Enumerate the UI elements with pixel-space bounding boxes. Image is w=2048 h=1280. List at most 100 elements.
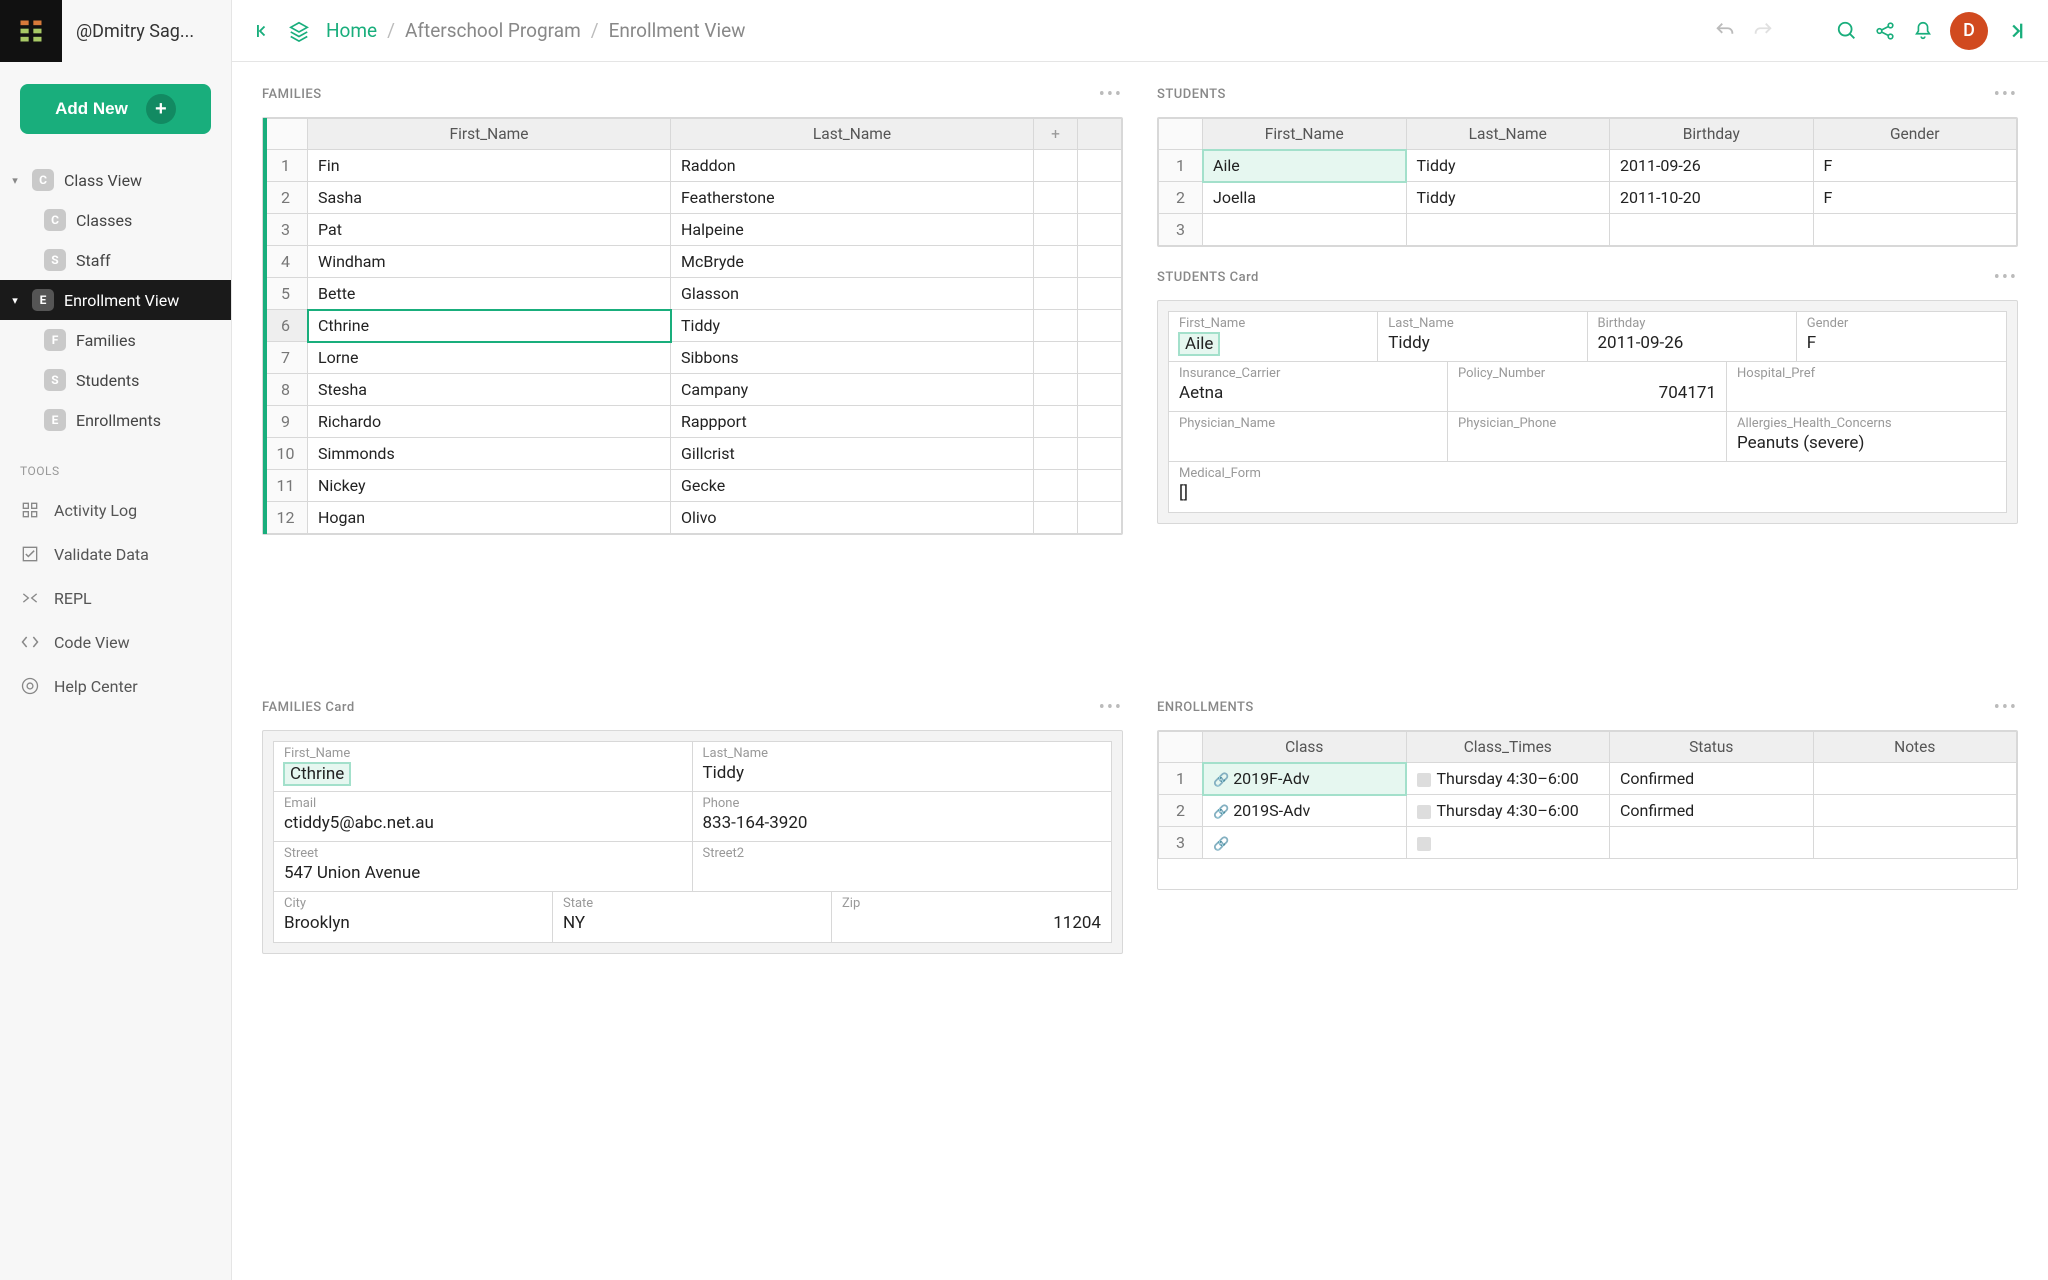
cell[interactable] [1034,502,1078,534]
column-header[interactable]: Birthday [1610,119,1814,150]
tool-repl[interactable]: REPL [0,576,231,620]
nav-item-classes[interactable]: C Classes [0,200,231,240]
cell[interactable]: Aile [1203,150,1407,182]
breadcrumb-item-2[interactable]: Enrollment View [609,19,746,42]
card-field-phone[interactable]: Phone 833-164-3920 [693,792,1112,842]
row-number[interactable]: 3 [264,214,308,246]
table-row[interactable]: 3 [1159,214,2017,246]
cell[interactable] [1078,342,1122,374]
panel-menu-button[interactable]: ••• [1994,697,2018,718]
tool-code-view[interactable]: Code View [0,620,231,664]
card-field-birthday[interactable]: Birthday 2011-09-26 [1588,312,1797,362]
cell[interactable]: 2011-09-26 [1610,150,1814,182]
user-name[interactable]: @Dmitry Sag... [62,21,231,42]
nav-item-students[interactable]: S Students [0,360,231,400]
card-field-insurance_carrier[interactable]: Insurance_Carrier Aetna [1169,362,1448,412]
cell[interactable]: Gillcrist [671,438,1034,470]
cell[interactable] [1610,827,1814,859]
cell[interactable]: Thursday 4:30–6:00 [1406,763,1610,795]
cell[interactable]: Sibbons [671,342,1034,374]
table-row[interactable]: 1🔗2019F-AdvThursday 4:30–6:00Confirmed [1159,763,2017,795]
cell[interactable] [1078,246,1122,278]
breadcrumb-item-1[interactable]: Afterschool Program [405,19,581,42]
cell[interactable] [1078,406,1122,438]
card-field-state[interactable]: State NY [553,892,832,942]
cell[interactable] [1813,214,2017,246]
corner-cell[interactable] [264,119,308,150]
table-row[interactable]: 6CthrineTiddy [264,310,1122,342]
cell[interactable] [1034,342,1078,374]
row-number[interactable]: 3 [1159,827,1203,859]
collapse-right-icon[interactable] [2004,20,2026,42]
cell[interactable] [1078,470,1122,502]
search-icon[interactable] [1836,20,1858,42]
column-header[interactable]: Last_Name [671,119,1034,150]
cell[interactable]: F [1813,150,2017,182]
tool-validate-data[interactable]: Validate Data [0,532,231,576]
cell[interactable]: Pat [308,214,671,246]
cell[interactable]: Sasha [308,182,671,214]
cell[interactable] [1813,827,2017,859]
cell[interactable] [1078,214,1122,246]
card-field-gender[interactable]: Gender F [1797,312,2006,362]
cell[interactable]: Lorne [308,342,671,374]
table-row[interactable]: 3🔗 [1159,827,2017,859]
cell[interactable] [1078,438,1122,470]
nav-item-staff[interactable]: S Staff [0,240,231,280]
redo-icon[interactable] [1752,20,1774,42]
cell[interactable] [1078,502,1122,534]
table-row[interactable]: 5BetteGlasson [264,278,1122,310]
cell[interactable]: 🔗2019S-Adv [1203,795,1407,827]
cell[interactable]: 🔗2019F-Adv [1203,763,1407,795]
cell[interactable] [1034,310,1078,342]
cell[interactable] [1034,278,1078,310]
cell[interactable] [1078,150,1122,182]
share-icon[interactable] [1874,20,1896,42]
table-row[interactable]: 1AileTiddy2011-09-26F [1159,150,2017,182]
cell[interactable] [1034,470,1078,502]
row-number[interactable]: 7 [264,342,308,374]
cell[interactable] [1406,827,1610,859]
row-number[interactable]: 9 [264,406,308,438]
table-row[interactable]: 10SimmondsGillcrist [264,438,1122,470]
cell[interactable] [1034,374,1078,406]
cell[interactable]: Olivo [671,502,1034,534]
cell[interactable] [1078,310,1122,342]
cell[interactable] [1034,438,1078,470]
panel-menu-button[interactable]: ••• [1994,267,2018,288]
cell[interactable] [1034,150,1078,182]
cell[interactable]: Stesha [308,374,671,406]
card-field-email[interactable]: Email ctiddy5@abc.net.au [274,792,693,842]
card-field-physician_phone[interactable]: Physician_Phone [1448,412,1727,462]
table-row[interactable]: 2🔗2019S-AdvThursday 4:30–6:00Confirmed [1159,795,2017,827]
enrollments-table[interactable]: ClassClass_TimesStatusNotes1🔗2019F-AdvTh… [1157,730,2018,890]
cell[interactable]: Joella [1203,182,1407,214]
card-field-street[interactable]: Street 547 Union Avenue [274,842,693,892]
column-header[interactable]: Last_Name [1406,119,1610,150]
tool-activity-log[interactable]: Activity Log [0,488,231,532]
corner-cell[interactable] [1159,732,1203,763]
cell[interactable] [1034,214,1078,246]
column-header[interactable]: Notes [1813,732,2017,763]
cell[interactable]: Thursday 4:30–6:00 [1406,795,1610,827]
cell[interactable]: Tiddy [671,310,1034,342]
breadcrumb-home[interactable]: Home [326,19,377,42]
families-table[interactable]: First_NameLast_Name+1FinRaddon2SashaFeat… [262,117,1123,535]
cell[interactable]: Featherstone [671,182,1034,214]
table-row[interactable]: 2SashaFeatherstone [264,182,1122,214]
bell-icon[interactable] [1912,20,1934,42]
cell[interactable] [1034,406,1078,438]
cell[interactable]: Hogan [308,502,671,534]
cell[interactable] [1813,763,2017,795]
cell[interactable]: Rappport [671,406,1034,438]
nav-group-class-view[interactable]: ▾ C Class View [0,160,231,200]
table-row[interactable]: 11NickeyGecke [264,470,1122,502]
column-header[interactable]: Gender [1813,119,2017,150]
cell[interactable] [1078,278,1122,310]
card-field-last_name[interactable]: Last_Name Tiddy [1378,312,1587,362]
table-row[interactable]: 4WindhamMcBryde [264,246,1122,278]
row-number[interactable]: 2 [264,182,308,214]
panel-menu-button[interactable]: ••• [1994,84,2018,105]
card-field-street2[interactable]: Street2 [693,842,1112,892]
corner-cell[interactable] [1159,119,1203,150]
